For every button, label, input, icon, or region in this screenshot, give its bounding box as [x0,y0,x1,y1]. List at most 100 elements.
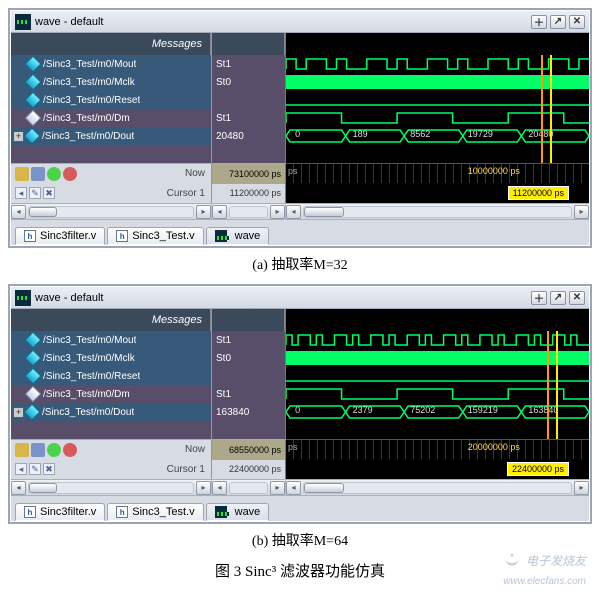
diamond-icon [24,128,41,145]
add-icon[interactable] [47,167,61,181]
cursor-marker[interactable] [556,331,558,439]
cursor-del-icon[interactable]: ✖ [43,463,55,475]
signal-row[interactable]: /Sinc3_Test/m0/Dm [11,109,211,127]
waveform-pane[interactable]: 0 2379 75202 159219 163840 ps 20000000 p… [285,309,589,479]
tab-label: Sinc3_Test.v [132,230,194,242]
time-ruler[interactable]: ps 10000000 ps [286,163,589,183]
close-button[interactable]: ✕ [569,15,585,29]
undock-button[interactable]: ＋ [531,291,547,305]
signal-row[interactable]: /Sinc3_Test/m0/Mclk [11,73,211,91]
expand-icon[interactable]: + [13,407,24,418]
scroll-right-icon[interactable]: ▸ [574,481,589,495]
scroll-right-icon[interactable]: ▸ [196,481,211,495]
cursor-nav-icon[interactable]: ◂ [15,187,27,199]
lock-icon[interactable] [15,443,29,457]
diamond-icon [25,74,42,91]
signal-name: /Sinc3_Test/m0/Mclk [43,353,135,364]
file-icon: h [116,506,128,518]
undock-button[interactable]: ＋ [531,15,547,29]
cursor-edit-icon[interactable]: ✎ [29,187,41,199]
tab-label: Sinc3filter.v [40,506,96,518]
now-time: 73100000 ps [212,164,285,184]
signal-row[interactable]: /Sinc3_Test/m0/Mclk [11,349,211,367]
remove-icon[interactable] [63,443,77,457]
cursor-icon[interactable] [31,443,45,457]
ruler-marker: 20000000 ps [468,442,520,452]
h-scrollbar[interactable]: ◂ ▸ [11,203,211,219]
cursor-del-icon[interactable]: ✖ [43,187,55,199]
scroll-right-icon[interactable]: ▸ [574,205,589,219]
cursor-nav-icon[interactable]: ◂ [15,463,27,475]
now-time: 68550000 ps [212,440,285,460]
cursor-time: 11200000 ps [212,184,285,204]
h-scrollbar[interactable]: ◂ ▸ [211,203,285,219]
time-ruler[interactable]: ps 20000000 ps [286,439,589,459]
remove-icon[interactable] [63,167,77,181]
signal-row[interactable]: /Sinc3_Test/m0/Reset [11,91,211,109]
scroll-left-icon[interactable]: ◂ [11,205,26,219]
wave-icon [15,290,31,306]
close-button[interactable]: ✕ [569,291,585,305]
wave-icon [215,230,227,242]
tab-wave[interactable]: wave [206,503,270,521]
cursor-time-box: 22400000 ps [507,462,569,476]
ruler-unit: ps [288,442,298,452]
diamond-icon [24,404,41,421]
dock-button[interactable]: ↗ [550,15,566,29]
now-label: Now [185,168,211,179]
signal-row[interactable]: + /Sinc3_Test/m0/Dout [11,127,211,145]
h-scrollbar[interactable]: ◂ ▸ [285,479,589,495]
h-scrollbar[interactable]: ◂ ▸ [285,203,589,219]
scroll-right-icon[interactable]: ▸ [270,205,285,219]
signal-row[interactable]: /Sinc3_Test/m0/Reset [11,367,211,385]
titlebar[interactable]: wave - default ＋ ↗ ✕ [11,287,589,309]
cursor-time-box: 11200000 ps [508,186,569,200]
scroll-left-icon[interactable]: ◂ [212,481,227,495]
tab-strip: h Sinc3filter.v h Sinc3_Test.v wave [11,495,589,521]
add-icon[interactable] [47,443,61,457]
scroll-right-icon[interactable]: ▸ [270,481,285,495]
tab-sinc3filter[interactable]: h Sinc3filter.v [15,503,105,521]
scroll-left-icon[interactable]: ◂ [286,205,301,219]
dock-button[interactable]: ↗ [550,291,566,305]
cursor-marker[interactable] [550,55,552,163]
signal-row[interactable]: /Sinc3_Test/m0/Mout [11,55,211,73]
diamond-icon [25,350,42,367]
scroll-left-icon[interactable]: ◂ [11,481,26,495]
lock-icon[interactable] [15,167,29,181]
cursor-marker[interactable] [541,55,543,163]
messages-header: Messages [11,33,211,55]
signal-value: St1 [212,385,285,403]
cursor-icon[interactable] [31,167,45,181]
signal-name-pane[interactable]: Messages /Sinc3_Test/m0/Mout /Sinc3_Test… [11,309,211,479]
tab-sinc3test[interactable]: h Sinc3_Test.v [107,503,203,521]
signal-row[interactable]: + /Sinc3_Test/m0/Dout [11,403,211,421]
wave-window-a: wave - default ＋ ↗ ✕ Messages /Sinc3_Tes… [8,8,592,248]
wave-icon [15,14,31,30]
file-icon: h [24,506,36,518]
h-scrollbar[interactable]: ◂ ▸ [11,479,211,495]
signal-value: St0 [212,349,285,367]
scroll-left-icon[interactable]: ◂ [212,205,227,219]
signal-value-pane[interactable]: St1 St0 St1 20480 73100000 ps 11200000 p… [211,33,285,203]
h-scrollbar[interactable]: ◂ ▸ [211,479,285,495]
signal-row[interactable]: /Sinc3_Test/m0/Mout [11,331,211,349]
signal-value: St1 [212,109,285,127]
tab-wave[interactable]: wave [206,227,270,245]
subcaption-a: (a) 抽取率M=32 [8,254,592,274]
titlebar[interactable]: wave - default ＋ ↗ ✕ [11,11,589,33]
signal-name-pane[interactable]: Messages /Sinc3_Test/m0/Mout /Sinc3_Test… [11,33,211,203]
window-title: wave - default [35,292,103,304]
scroll-left-icon[interactable]: ◂ [286,481,301,495]
now-label: Now [185,444,211,455]
tab-sinc3test[interactable]: h Sinc3_Test.v [107,227,203,245]
signal-row[interactable]: /Sinc3_Test/m0/Dm [11,385,211,403]
tab-label: wave [235,506,261,518]
expand-icon[interactable]: + [13,131,24,142]
cursor-edit-icon[interactable]: ✎ [29,463,41,475]
tab-sinc3filter[interactable]: h Sinc3filter.v [15,227,105,245]
cursor-marker[interactable] [547,331,549,439]
signal-value-pane[interactable]: St1 St0 St1 163840 68550000 ps 22400000 … [211,309,285,479]
scroll-right-icon[interactable]: ▸ [196,205,211,219]
waveform-pane[interactable]: 0 189 8562 19729 20480 ps 10000000 ps [285,33,589,203]
